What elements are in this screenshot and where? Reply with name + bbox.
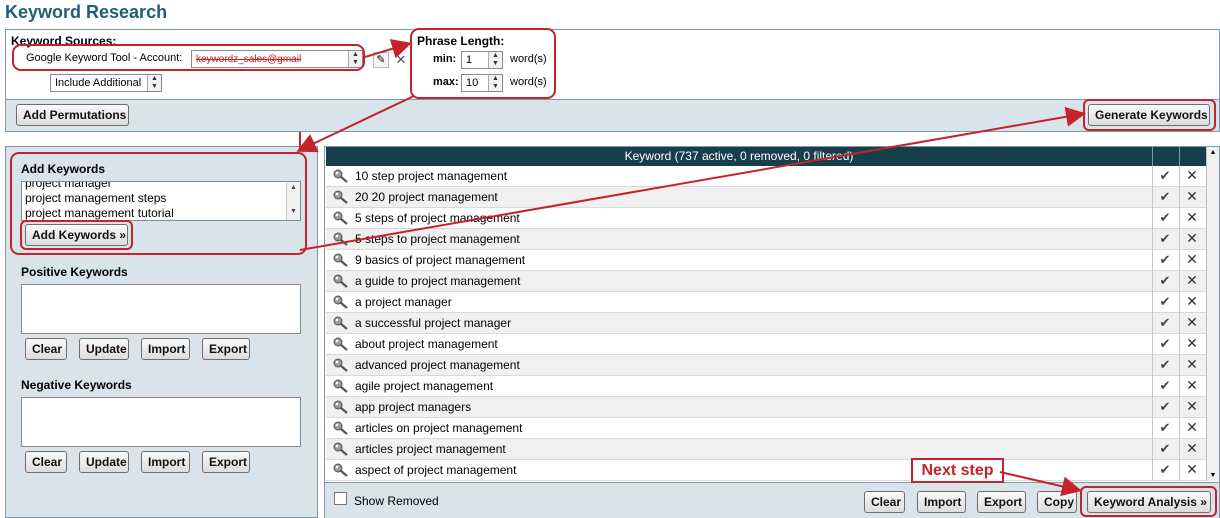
annotation-arrows: [296, 39, 1086, 497]
annotation-arrow-lines: [296, 39, 1086, 497]
